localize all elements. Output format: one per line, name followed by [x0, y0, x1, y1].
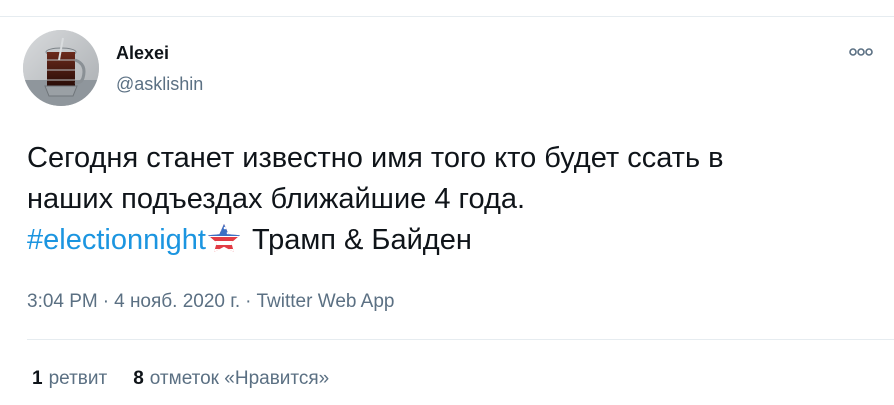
tweet-stats: 1 ретвит 8 отметок «Нравится»	[32, 367, 329, 391]
retweets-stat[interactable]: 1 ретвит	[32, 367, 107, 391]
likes-stat[interactable]: 8 отметок «Нравится»	[133, 367, 329, 391]
hashtag-link[interactable]: #electionnight	[27, 224, 206, 256]
tweet-source[interactable]: Twitter Web App	[257, 291, 395, 312]
author-name[interactable]: Alexei	[116, 42, 169, 64]
tweet-date[interactable]: 4 нояб. 2020 г.	[114, 291, 240, 312]
retweets-count: 1	[32, 368, 43, 389]
meta-separator: ·	[102, 291, 110, 312]
tweet-text-line: наших подъездах ближайшие 4 года.	[27, 183, 526, 215]
likes-label: отметок «Нравится»	[149, 368, 330, 389]
likes-count: 8	[133, 368, 144, 389]
usa-star-icon	[206, 223, 242, 253]
more-horizontal-icon[interactable]	[848, 45, 874, 59]
retweets-label: ретвит	[48, 368, 108, 389]
meta-separator: ·	[245, 291, 252, 312]
tweet-meta: 3:04 PM · 4 нояб. 2020 г. · Twitter Web App	[27, 290, 395, 314]
tweet-text-line: Сегодня станет известно имя того кто буд…	[27, 142, 724, 174]
top-divider	[0, 16, 894, 17]
avatar-image	[23, 30, 99, 106]
tweet-time[interactable]: 3:04 PM	[27, 291, 98, 312]
tweet-text-line: #electionnight Трамп & Байден	[27, 220, 867, 261]
avatar[interactable]	[23, 30, 99, 106]
tweet-text-names: Трамп & Байден	[251, 224, 472, 256]
tweet-text: Сегодня станет известно имя того кто буд…	[27, 138, 867, 261]
stats-divider	[27, 339, 894, 340]
author-handle[interactable]: @asklishin	[116, 73, 203, 95]
